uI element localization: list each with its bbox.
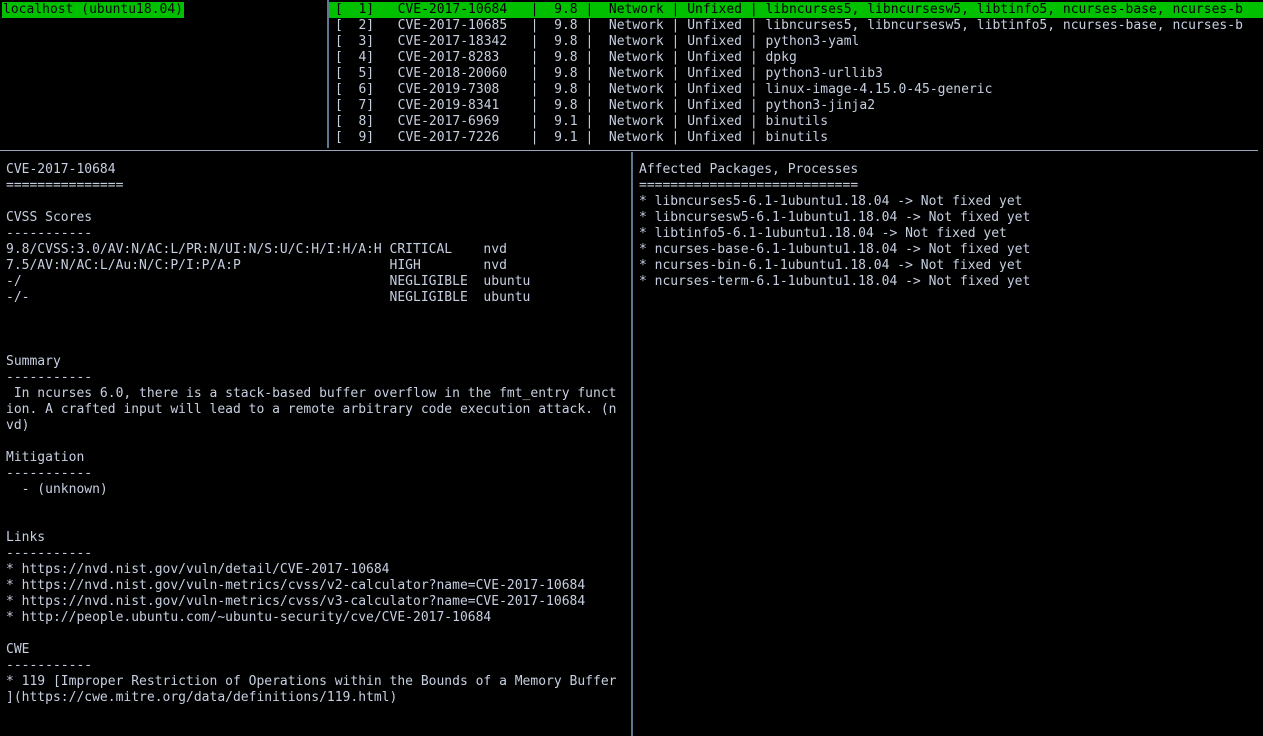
cve-list-item[interactable]: [ 9] CVE-2017-7226 | 9.1 | Network | Unf… — [329, 130, 1263, 146]
detail-line: -/ NEGLIGIBLE ubuntu — [6, 274, 531, 289]
detail-line: ----------- — [6, 546, 93, 561]
package-line: ============================ — [639, 178, 859, 193]
detail-line: * http://people.ubuntu.com/~ubuntu-secur… — [6, 610, 492, 625]
detail-line: * 119 [Improper Restriction of Operation… — [6, 674, 617, 689]
cve-list-item[interactable]: [ 2] CVE-2017-10685 | 9.8 | Network | Un… — [329, 18, 1263, 34]
cve-list-item[interactable]: [ 3] CVE-2017-18342 | 9.8 | Network | Un… — [329, 34, 1263, 50]
cve-list-item[interactable]: [ 8] CVE-2017-6969 | 9.1 | Network | Unf… — [329, 114, 1263, 130]
detail-line: ----------- — [6, 370, 93, 385]
detail-line: ----------- — [6, 226, 93, 241]
package-line: * libtinfo5-6.1-1ubuntu1.18.04 -> Not fi… — [639, 226, 1007, 241]
terminal-screen: localhost (ubuntu18.04) [ 1] CVE-2017-10… — [0, 0, 1263, 736]
cve-list-rows: [ 1] CVE-2017-10684 | 9.8 | Network | Un… — [329, 0, 1263, 146]
package-line: * libncurses5-6.1-1ubuntu1.18.04 -> Not … — [639, 194, 1023, 209]
detail-line — [6, 498, 631, 514]
cve-detail-pane[interactable]: CVE-2017-10684 =============== CVSS Score… — [0, 152, 631, 736]
detail-line — [6, 626, 631, 642]
cve-list-item[interactable]: [ 1] CVE-2017-10684 | 9.8 | Network | Un… — [329, 2, 1263, 18]
host-selected-item[interactable]: localhost (ubuntu18.04) — [2, 2, 185, 18]
detail-line: * https://nvd.nist.gov/vuln/detail/CVE-2… — [6, 562, 390, 577]
detail-line: * https://nvd.nist.gov/vuln-metrics/cvss… — [6, 578, 586, 593]
package-line: * ncurses-term-6.1-1ubuntu1.18.04 -> Not… — [639, 274, 1031, 289]
detail-line: 9.8/CVSS:3.0/AV:N/AC:L/PR:N/UI:N/S:U/C:H… — [6, 242, 507, 257]
package-line: * ncurses-base-6.1-1ubuntu1.18.04 -> Not… — [639, 242, 1031, 257]
detail-line: ion. A crafted input will lead to a remo… — [6, 402, 617, 417]
package-line: * libncursesw5-6.1-1ubuntu1.18.04 -> Not… — [639, 210, 1031, 225]
cve-list-item[interactable]: [ 5] CVE-2018-20060 | 9.8 | Network | Un… — [329, 66, 1263, 82]
detail-line: CVSS Scores — [6, 210, 93, 225]
horizontal-divider — [0, 150, 1258, 151]
detail-line: -/- NEGLIGIBLE ubuntu — [6, 290, 531, 305]
package-line: Affected Packages, Processes — [639, 162, 859, 177]
detail-line — [6, 322, 631, 338]
detail-line — [6, 434, 631, 450]
package-line: * ncurses-bin-6.1-1ubuntu1.18.04 -> Not … — [639, 258, 1023, 273]
detail-line: =============== — [6, 178, 124, 193]
affected-packages-lines: Affected Packages, Processes ============… — [633, 152, 1263, 290]
host-pane: localhost (ubuntu18.04) — [0, 0, 326, 148]
detail-line — [6, 306, 631, 322]
detail-line: 7.5/AV:N/AC:L/Au:N/C:P/I:P/A:P HIGH nvd — [6, 258, 507, 273]
detail-line — [6, 722, 631, 736]
detail-line: In ncurses 6.0, there is a stack-based b… — [6, 386, 617, 401]
detail-line: ----------- — [6, 658, 93, 673]
detail-line: Links — [6, 530, 46, 545]
detail-line — [6, 194, 631, 210]
detail-line: Mitigation — [6, 450, 85, 465]
detail-line: vd) — [6, 418, 30, 433]
affected-packages-pane[interactable]: Affected Packages, Processes ============… — [631, 152, 1263, 736]
detail-line: CWE — [6, 642, 30, 657]
detail-line — [6, 706, 631, 722]
detail-line: Summary — [6, 354, 61, 369]
detail-line — [6, 338, 631, 354]
detail-line: ----------- — [6, 466, 93, 481]
detail-line: * https://nvd.nist.gov/vuln-metrics/cvss… — [6, 594, 586, 609]
detail-line: ](https://cwe.mitre.org/data/definitions… — [6, 690, 398, 705]
cve-detail-lines: CVE-2017-10684 =============== CVSS Score… — [0, 152, 631, 736]
cve-list-pane[interactable]: [ 1] CVE-2017-10684 | 9.8 | Network | Un… — [327, 0, 1263, 148]
detail-line — [6, 514, 631, 530]
detail-line: - (unknown) — [6, 482, 108, 497]
detail-line: CVE-2017-10684 — [6, 162, 116, 177]
cve-list-item[interactable]: [ 6] CVE-2019-7308 | 9.8 | Network | Unf… — [329, 82, 1263, 98]
cve-list-item[interactable]: [ 7] CVE-2019-8341 | 9.8 | Network | Unf… — [329, 98, 1263, 114]
cve-list-item[interactable]: [ 4] CVE-2017-8283 | 9.8 | Network | Unf… — [329, 50, 1263, 66]
